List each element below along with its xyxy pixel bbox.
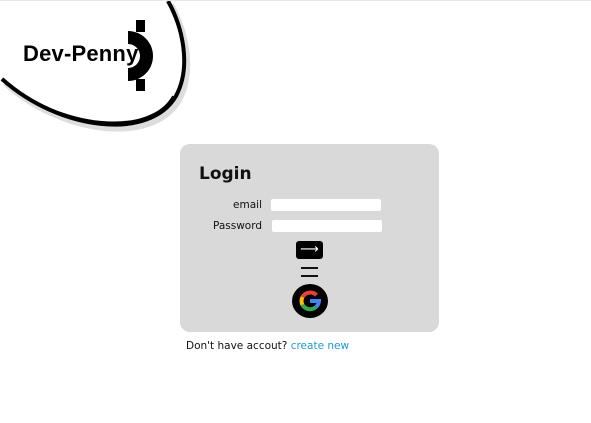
login-card: Login email Password ⟶ (180, 144, 439, 332)
google-icon (299, 290, 322, 312)
email-label: email (233, 199, 262, 211)
create-account-link[interactable]: create new (291, 340, 349, 352)
email-input[interactable] (271, 199, 381, 211)
signup-prompt: Don't have accout? create new (186, 340, 349, 352)
brand-name: Dev-Penny (23, 41, 139, 66)
divider (301, 267, 318, 269)
password-input[interactable] (272, 220, 382, 232)
login-title: Login (199, 164, 252, 184)
signup-text: Don't have accout? (186, 340, 288, 352)
arrow-right-icon: ⟶ (300, 242, 319, 257)
logo-swoosh-icon (0, 0, 191, 132)
password-label: Password (212, 220, 262, 232)
google-signin-button[interactable] (292, 284, 328, 318)
logo: Dev-Penny (0, 0, 200, 141)
divider (301, 275, 318, 277)
submit-button[interactable]: ⟶ (296, 241, 323, 259)
